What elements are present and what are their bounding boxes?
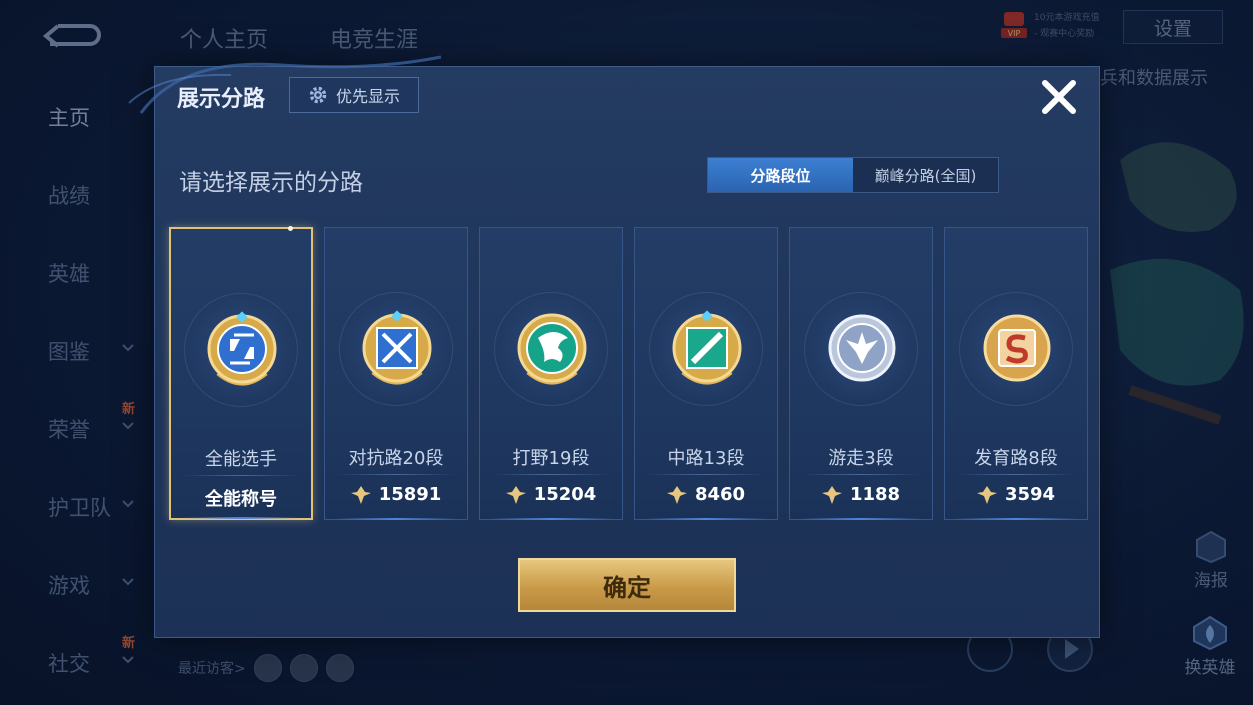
power-icon [821, 485, 842, 504]
mid-lane-emblem-icon [672, 310, 742, 385]
divider [802, 474, 920, 475]
emblem-frame [339, 292, 453, 406]
lane-card-score: 3594 [945, 484, 1087, 505]
priority-display-button[interactable]: 优先显示 [289, 77, 419, 113]
lane-card-roam[interactable]: 游走3段 1188 [789, 227, 933, 520]
lane-card-name: 全能选手 [205, 449, 277, 470]
lane-card-title: 全能称号 [205, 489, 277, 510]
divider [337, 474, 455, 475]
tab-peak-lane-national[interactable]: 巅峰分路(全国) [853, 158, 998, 192]
lane-card-mid-lane[interactable]: 中路13段 8460 [634, 227, 778, 520]
lane-card-score: 1188 [790, 484, 932, 505]
power-icon [350, 485, 371, 504]
power-icon [666, 485, 687, 504]
close-icon[interactable] [1039, 77, 1079, 117]
lane-card-name: 游走3段 [828, 448, 894, 469]
divider [183, 475, 299, 476]
lane-card-score: 15891 [325, 484, 467, 505]
all-round-emblem-icon [207, 311, 277, 386]
lane-card-list: 全能选手 全能称号 对抗路20段 15891 打野19段 15204 中路13段… [169, 226, 1088, 520]
lane-card-name: 中路13段 [667, 448, 745, 469]
lane-display-dialog: 展示分路 优先显示 请选择展示的分路 分路段位 巅峰分路(全国) 全能选手 全能… [128, 55, 1100, 638]
lane-card-name: 对抗路20段 [348, 448, 444, 469]
jungle-emblem-icon [517, 313, 587, 385]
lane-card-name: 发育路8段 [974, 448, 1058, 469]
divider [492, 474, 610, 475]
lane-card-all-round[interactable]: 全能选手 全能称号 [169, 226, 313, 520]
emblem-frame [184, 293, 298, 407]
lane-mode-toggle: 分路段位 巅峰分路(全国) [707, 157, 999, 193]
emblem-frame [804, 292, 918, 406]
confirm-button[interactable]: 确定 [518, 558, 736, 612]
farm-lane-emblem-icon [983, 314, 1051, 382]
divider [957, 474, 1075, 475]
power-icon [976, 485, 997, 504]
power-icon [505, 485, 526, 504]
emblem-frame [494, 292, 608, 406]
lane-card-jungle[interactable]: 打野19段 15204 [479, 227, 623, 520]
lane-card-name: 打野19段 [512, 448, 590, 469]
emblem-frame [649, 292, 763, 406]
dialog-title: 展示分路 [177, 87, 266, 112]
divider [647, 474, 765, 475]
roam-emblem-icon [828, 314, 896, 382]
emblem-frame [959, 292, 1073, 406]
tab-lane-rank[interactable]: 分路段位 [708, 158, 853, 192]
lane-card-score: 8460 [635, 484, 777, 505]
dialog-subtitle: 请选择展示的分路 [179, 170, 363, 196]
gear-icon [309, 86, 327, 104]
lane-card-farm-lane[interactable]: 发育路8段 3594 [944, 227, 1088, 520]
clash-lane-emblem-icon [362, 310, 432, 385]
lane-card-score: 15204 [480, 484, 622, 505]
lane-card-clash-lane[interactable]: 对抗路20段 15891 [324, 227, 468, 520]
